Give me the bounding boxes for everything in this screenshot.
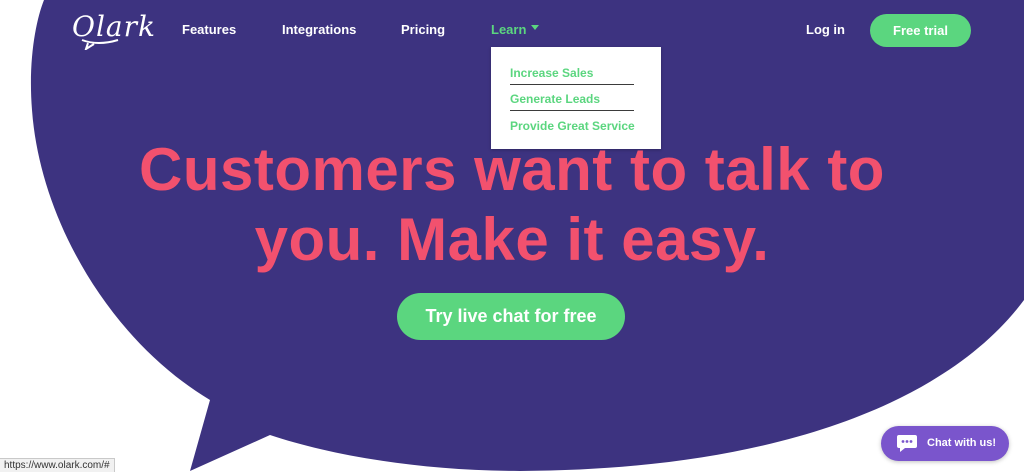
login-link[interactable]: Log in — [806, 22, 845, 37]
chevron-down-icon[interactable] — [531, 25, 539, 31]
chat-bubble-icon — [897, 435, 917, 452]
nav-integrations[interactable]: Integrations — [282, 22, 356, 37]
nav-learn[interactable]: Learn — [491, 22, 526, 37]
free-trial-button[interactable]: Free trial — [870, 14, 971, 47]
logo-speech-tail — [81, 39, 119, 50]
menu-item-provide-great-service[interactable]: Provide Great Service — [510, 119, 635, 133]
menu-item-generate-leads[interactable]: Generate Leads — [510, 92, 600, 106]
menu-divider — [510, 84, 634, 85]
try-live-chat-button[interactable]: Try live chat for free — [397, 293, 625, 340]
nav-features[interactable]: Features — [182, 22, 236, 37]
chat-widget-button[interactable]: Chat with us! — [881, 426, 1009, 461]
learn-dropdown-menu: Increase Sales Generate Leads Provide Gr… — [491, 47, 661, 149]
chat-widget-label: Chat with us! — [927, 437, 997, 449]
hero-headline-line2: you. Make it easy. — [254, 206, 770, 273]
hero-headline-line1: Customers want to talk to — [139, 136, 885, 203]
menu-divider — [510, 110, 634, 111]
hero-headline: Customers want to talk to you. Make it e… — [80, 135, 944, 275]
menu-item-increase-sales[interactable]: Increase Sales — [510, 66, 593, 80]
status-bar-url: https://www.olark.com/# — [0, 458, 115, 472]
nav-pricing[interactable]: Pricing — [401, 22, 445, 37]
